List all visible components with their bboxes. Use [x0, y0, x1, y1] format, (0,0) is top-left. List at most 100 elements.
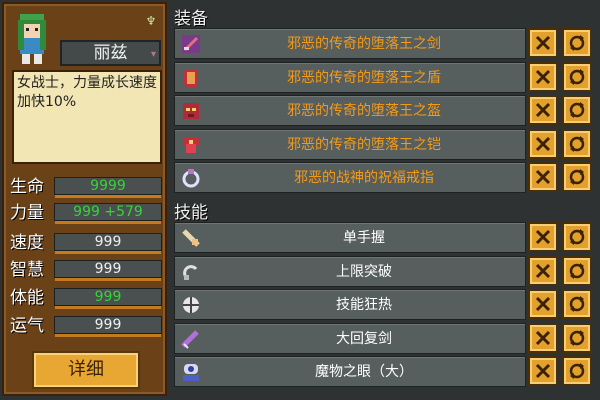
shield-icon	[178, 65, 204, 91]
detail-button[interactable]: 详细	[32, 351, 140, 389]
skill-swap-button[interactable]	[562, 289, 592, 319]
equipment-name: 邪恶的传奇的堕落王之剑	[287, 36, 441, 52]
stat-label: 智慧	[10, 260, 44, 280]
swap-icon	[567, 100, 587, 120]
skill-swap-button[interactable]	[562, 323, 592, 353]
skill-swap-button[interactable]	[562, 356, 592, 386]
stat-value-wrap: 999 +579	[55, 204, 161, 220]
swap-icon	[567, 294, 587, 314]
skill-row[interactable]: 单手握	[174, 222, 526, 253]
equipment-name: 邪恶的传奇的堕落王之盾	[287, 70, 441, 86]
helmet-icon	[178, 98, 204, 124]
equipment-remove-button[interactable]	[528, 62, 558, 92]
heal-sword-icon	[178, 326, 204, 352]
equipment-remove-button[interactable]	[528, 28, 558, 58]
swap-icon	[567, 227, 587, 247]
swap-icon	[567, 261, 587, 281]
stat-value-wrap: 999	[55, 261, 161, 277]
stat-bar: 999	[54, 260, 162, 281]
skill-remove-button[interactable]	[528, 289, 558, 319]
equipment-row[interactable]: 邪恶的传奇的堕落王之盔	[174, 95, 526, 126]
stat-row: 速度 999	[10, 232, 165, 254]
close-icon	[533, 294, 553, 314]
skill-swap-button[interactable]	[562, 222, 592, 252]
stat-value: 999	[94, 289, 122, 305]
sword-icon	[178, 31, 204, 57]
swap-icon	[567, 361, 587, 381]
character-description: 女战士，力量成长速度加快10%	[12, 70, 162, 164]
close-icon	[533, 261, 553, 281]
stat-value: 999	[94, 317, 122, 333]
equipment-remove-button[interactable]	[528, 129, 558, 159]
equipment-row[interactable]: 邪恶的传奇的堕落王之铠	[174, 129, 526, 160]
stat-value: 9999	[90, 178, 126, 194]
equipment-name: 邪恶的战神的祝福戒指	[294, 170, 434, 186]
equipment-swap-button[interactable]	[562, 95, 592, 125]
stat-value: 999	[73, 204, 100, 220]
close-icon	[533, 328, 553, 348]
skill-remove-button[interactable]	[528, 256, 558, 286]
close-icon	[533, 227, 553, 247]
skill-frenzy-icon	[178, 292, 204, 318]
stat-value-wrap: 999	[55, 234, 161, 250]
skill-name: 魔物之眼（大）	[315, 364, 413, 380]
stat-value: 999	[94, 261, 122, 277]
character-name: 丽兹 ▾	[60, 40, 161, 66]
monster-eye-icon	[178, 359, 204, 385]
stat-bonus: +579	[104, 204, 143, 220]
swap-icon	[567, 67, 587, 87]
equipment-swap-button[interactable]	[562, 62, 592, 92]
skill-name: 上限突破	[336, 264, 392, 280]
stat-label: 生命	[10, 177, 44, 197]
skill-row[interactable]: 魔物之眼（大）	[174, 356, 526, 387]
skill-name: 技能狂热	[336, 297, 392, 313]
equipment-row[interactable]: 邪恶的传奇的堕落王之剑	[174, 28, 526, 59]
stat-value-wrap: 999	[55, 289, 161, 305]
stat-row: 运气 999	[10, 315, 165, 337]
equipment-row[interactable]: 邪恶的战神的祝福戒指	[174, 162, 526, 193]
stat-label: 运气	[10, 316, 44, 336]
stat-label: 力量	[10, 203, 44, 223]
ring-icon	[178, 165, 204, 191]
skill-row[interactable]: 大回复剑	[174, 323, 526, 354]
skill-name: 大回复剑	[336, 331, 392, 347]
close-icon	[533, 100, 553, 120]
skill-name: 单手握	[343, 230, 385, 246]
stat-row: 体能 999	[10, 287, 165, 309]
skill-row[interactable]: 技能狂热	[174, 289, 526, 320]
swap-icon	[567, 167, 587, 187]
skill-remove-button[interactable]	[528, 222, 558, 252]
equipment-remove-button[interactable]	[528, 95, 558, 125]
stat-value-wrap: 999	[55, 317, 161, 333]
stat-row: 智慧 999	[10, 259, 165, 281]
swap-icon	[567, 33, 587, 53]
hand-grip-icon	[178, 225, 204, 251]
swap-icon	[567, 328, 587, 348]
stat-bar: 999	[54, 233, 162, 254]
close-icon	[533, 134, 553, 154]
equipment-remove-button[interactable]	[528, 162, 558, 192]
close-icon	[533, 33, 553, 53]
skill-remove-button[interactable]	[528, 323, 558, 353]
bookmark-icon[interactable]: ♆	[144, 12, 158, 30]
stat-value-wrap: 9999	[55, 178, 161, 194]
stat-row: 生命 9999	[10, 176, 165, 198]
skill-row[interactable]: 上限突破	[174, 256, 526, 287]
swap-icon	[567, 134, 587, 154]
stat-value: 999	[94, 234, 122, 250]
equipment-swap-button[interactable]	[562, 28, 592, 58]
equipment-swap-button[interactable]	[562, 129, 592, 159]
character-portrait	[12, 12, 52, 66]
close-icon	[533, 167, 553, 187]
equipment-title: 装备	[174, 9, 208, 29]
limit-break-icon	[178, 259, 204, 285]
equipment-swap-button[interactable]	[562, 162, 592, 192]
equipment-row[interactable]: 邪恶的传奇的堕落王之盾	[174, 62, 526, 93]
stat-bar: 999	[54, 316, 162, 337]
stat-label: 体能	[10, 288, 44, 308]
caret-icon: ▾	[150, 49, 156, 60]
equipment-name: 邪恶的传奇的堕落王之盔	[287, 103, 441, 119]
skill-swap-button[interactable]	[562, 256, 592, 286]
armor-icon	[178, 132, 204, 158]
skill-remove-button[interactable]	[528, 356, 558, 386]
